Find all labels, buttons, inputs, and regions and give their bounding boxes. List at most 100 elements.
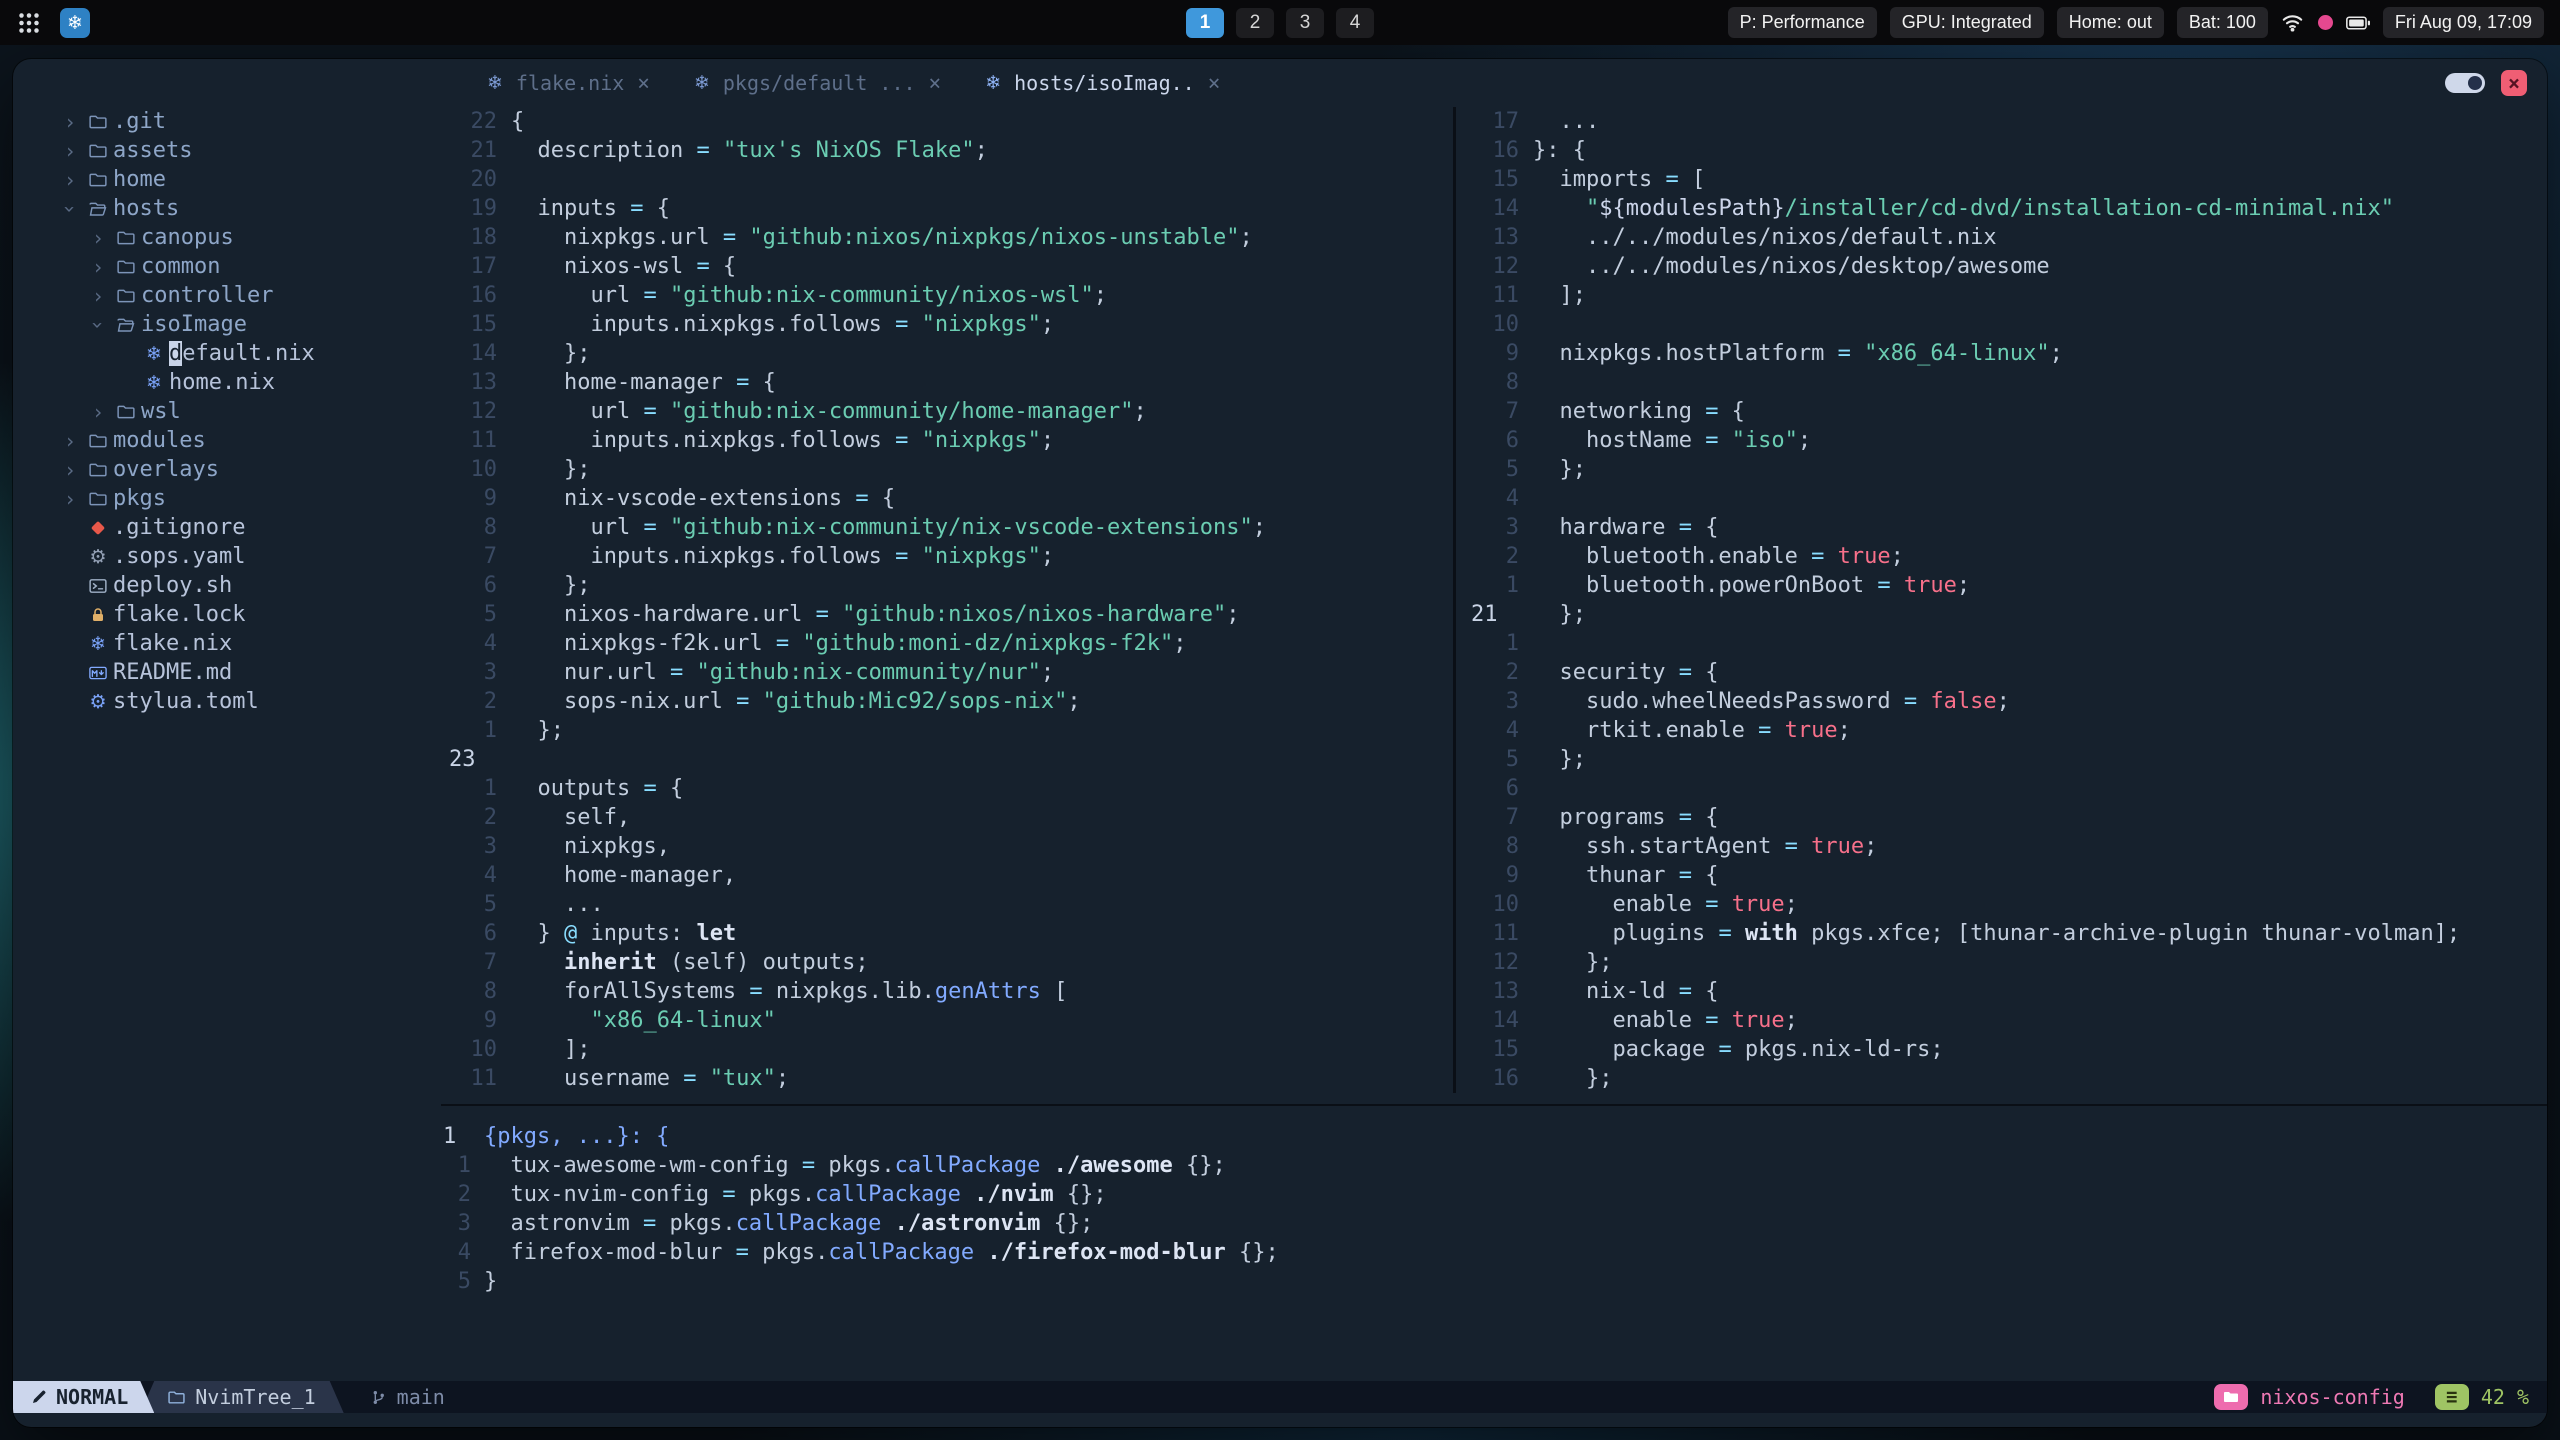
code-line[interactable]: 16 url = "github:nix-community/nixos-wsl… <box>441 281 1453 310</box>
tree-item[interactable]: › common <box>13 252 441 281</box>
chevron-icon[interactable]: › <box>85 400 111 424</box>
code-line[interactable]: 8 ssh.startAgent = true; <box>1463 832 2541 861</box>
code-line[interactable]: 5 }; <box>1463 455 2541 484</box>
code-line[interactable]: 11 plugins = with pkgs.xfce; [thunar-arc… <box>1463 919 2541 948</box>
code-line[interactable]: 3 astronvim = pkgs.callPackage ./astronv… <box>441 1209 2547 1238</box>
status-segment[interactable]: GPU: Integrated <box>1889 7 2044 38</box>
code-line[interactable]: 23 <box>441 745 1453 774</box>
chevron-icon[interactable]: › <box>58 196 82 222</box>
code-line[interactable]: 2 security = { <box>1463 658 2541 687</box>
window-separator-horizontal[interactable] <box>441 1104 2547 1106</box>
code-line[interactable]: 7 inherit (self) outputs; <box>441 948 1453 977</box>
status-segment[interactable]: Bat: 100 <box>2176 7 2268 38</box>
code-line[interactable]: 4 firefox-mod-blur = pkgs.callPackage ./… <box>441 1238 2547 1267</box>
tab-close-icon[interactable]: × <box>1208 71 1221 95</box>
tree-item[interactable]: › pkgs <box>13 484 441 513</box>
code-line[interactable]: 11 username = "tux"; <box>441 1064 1453 1093</box>
chevron-icon[interactable]: › <box>86 312 110 338</box>
code-line[interactable]: 12 }; <box>1463 948 2541 977</box>
code-line[interactable]: 7 networking = { <box>1463 397 2541 426</box>
code-line[interactable]: 1 outputs = { <box>441 774 1453 803</box>
battery-icon[interactable] <box>2345 11 2370 35</box>
code-line[interactable]: 14 "${modulesPath}/installer/cd-dvd/inst… <box>1463 194 2541 223</box>
tab-close-icon[interactable]: × <box>929 71 942 95</box>
chevron-icon[interactable]: › <box>57 458 83 482</box>
code-line[interactable]: 5 ... <box>441 890 1453 919</box>
code-line[interactable]: 5} <box>441 1267 2547 1296</box>
code-line[interactable]: 1 {pkgs, ...}: { <box>441 1122 2547 1151</box>
code-line[interactable]: 16}: { <box>1463 136 2541 165</box>
code-line[interactable]: 8 forAllSystems = nixpkgs.lib.genAttrs [ <box>441 977 1453 1006</box>
code-line[interactable]: 9 "x86_64-linux" <box>441 1006 1453 1035</box>
tree-item[interactable]: ❄ home.nix <box>13 368 441 397</box>
code-line[interactable]: 6 }; <box>441 571 1453 600</box>
tab-flake-nix[interactable]: ❄ flake.nix × <box>465 59 672 107</box>
code-line[interactable]: 9 nixpkgs.hostPlatform = "x86_64-linux"; <box>1463 339 2541 368</box>
tab-pkgs-default[interactable]: ❄ pkgs/default ... × <box>672 59 963 107</box>
chevron-icon[interactable]: › <box>85 284 111 308</box>
chevron-icon[interactable]: › <box>57 168 83 192</box>
tab-hosts-isoimage[interactable]: ❄ hosts/isoImag.. × <box>963 59 1242 107</box>
workspace-button-2[interactable]: 2 <box>1236 7 1274 38</box>
code-line[interactable]: 2 self, <box>441 803 1453 832</box>
tree-item[interactable]: › overlays <box>13 455 441 484</box>
code-line[interactable]: 5 nixos-hardware.url = "github:nixos/nix… <box>441 600 1453 629</box>
tree-item[interactable]: › isoImage <box>13 310 441 339</box>
chevron-icon[interactable]: › <box>57 139 83 163</box>
tab-close-icon[interactable]: × <box>637 71 650 95</box>
status-segment[interactable]: Home: out <box>2056 7 2164 38</box>
tree-item[interactable]: ⚙ stylua.toml <box>13 687 441 716</box>
window-close-button[interactable]: × <box>2501 70 2527 96</box>
code-line[interactable]: 9 nix-vscode-extensions = { <box>441 484 1453 513</box>
code-line[interactable]: 1 tux-awesome-wm-config = pkgs.callPacka… <box>441 1151 2547 1180</box>
window-toggle[interactable] <box>2445 73 2485 93</box>
wifi-icon[interactable] <box>2281 11 2305 35</box>
tree-item[interactable]: flake.lock <box>13 600 441 629</box>
code-line[interactable]: 1 <box>1463 629 2541 658</box>
app-launcher-icon[interactable] <box>16 10 42 36</box>
tree-item[interactable]: › modules <box>13 426 441 455</box>
workspace-button-3[interactable]: 3 <box>1286 7 1324 38</box>
tree-item[interactable]: › controller <box>13 281 441 310</box>
code-line[interactable]: 15 imports = [ <box>1463 165 2541 194</box>
tree-item[interactable]: .gitignore <box>13 513 441 542</box>
code-line[interactable]: 3 sudo.wheelNeedsPassword = false; <box>1463 687 2541 716</box>
code-line[interactable]: 2 sops-nix.url = "github:Mic92/sops-nix"… <box>441 687 1453 716</box>
workspace-button-4[interactable]: 4 <box>1336 7 1374 38</box>
code-line[interactable]: 4 rtkit.enable = true; <box>1463 716 2541 745</box>
code-line[interactable]: 18 nixpkgs.url = "github:nixos/nixpkgs/n… <box>441 223 1453 252</box>
chevron-icon[interactable]: › <box>57 487 83 511</box>
code-line[interactable]: 8 url = "github:nix-community/nix-vscode… <box>441 513 1453 542</box>
nixos-logo-icon[interactable]: ❄ <box>60 7 90 38</box>
code-line[interactable]: 7 inputs.nixpkgs.follows = "nixpkgs"; <box>441 542 1453 571</box>
status-segment[interactable]: P: Performance <box>1727 7 1877 38</box>
code-line[interactable]: 4 <box>1463 484 2541 513</box>
code-line[interactable]: 6 } @ inputs: let <box>441 919 1453 948</box>
window-separator-vertical[interactable] <box>1453 107 1456 1093</box>
code-line[interactable]: 6 <box>1463 774 2541 803</box>
code-line[interactable]: 22 { <box>441 107 1453 136</box>
tree-item[interactable]: › hosts <box>13 194 441 223</box>
code-line[interactable]: 20 <box>441 165 1453 194</box>
code-line[interactable]: 17 nixos-wsl = { <box>441 252 1453 281</box>
code-line[interactable]: 6 hostName = "iso"; <box>1463 426 2541 455</box>
code-line[interactable]: 10 ]; <box>441 1035 1453 1064</box>
tree-item[interactable]: › home <box>13 165 441 194</box>
code-line[interactable]: 15 inputs.nixpkgs.follows = "nixpkgs"; <box>441 310 1453 339</box>
code-line[interactable]: 7 programs = { <box>1463 803 2541 832</box>
code-line[interactable]: 19 inputs = { <box>441 194 1453 223</box>
code-line[interactable]: 3 nur.url = "github:nix-community/nur"; <box>441 658 1453 687</box>
code-line[interactable]: 4 nixpkgs-f2k.url = "github:moni-dz/nixp… <box>441 629 1453 658</box>
code-line[interactable]: 11 inputs.nixpkgs.follows = "nixpkgs"; <box>441 426 1453 455</box>
code-line[interactable]: 2 tux-nvim-config = pkgs.callPackage ./n… <box>441 1180 2547 1209</box>
tree-item[interactable]: deploy.sh <box>13 571 441 600</box>
chevron-icon[interactable]: › <box>85 226 111 250</box>
code-line[interactable]: 15 package = pkgs.nix-ld-rs; <box>1463 1035 2541 1064</box>
code-line[interactable]: 2 bluetooth.enable = true; <box>1463 542 2541 571</box>
tree-item[interactable]: › assets <box>13 136 441 165</box>
tree-item[interactable]: ❄ flake.nix <box>13 629 441 658</box>
code-line[interactable]: 14 enable = true; <box>1463 1006 2541 1035</box>
code-line[interactable]: 1 }; <box>441 716 1453 745</box>
code-line[interactable]: 9 thunar = { <box>1463 861 2541 890</box>
chevron-icon[interactable]: › <box>57 429 83 453</box>
